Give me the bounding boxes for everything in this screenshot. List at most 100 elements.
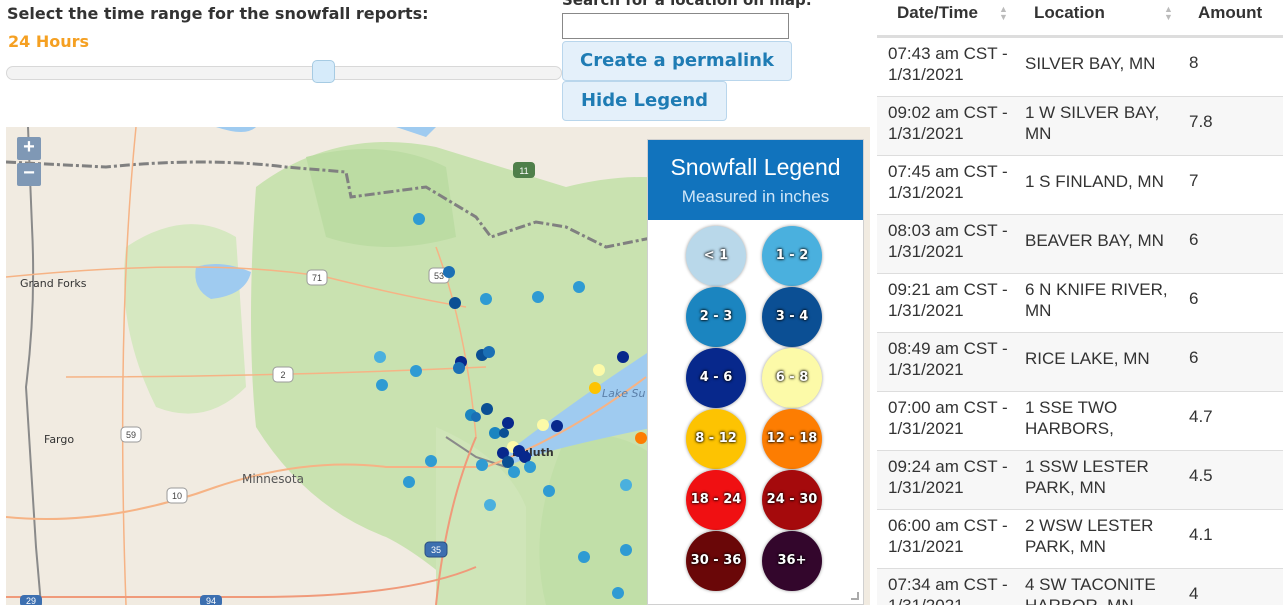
cell-amount: 4.7: [1189, 407, 1213, 426]
cell-amount: 7: [1189, 171, 1199, 190]
snowfall-marker[interactable]: [476, 459, 488, 471]
cell-date-time: 07:43 am CST - 1/31/2021: [888, 44, 1008, 84]
snowfall-marker[interactable]: [413, 213, 425, 225]
snowfall-marker[interactable]: [578, 551, 590, 563]
snowfall-marker[interactable]: [374, 351, 386, 363]
sort-icon[interactable]: ▲ ▼: [1164, 5, 1173, 22]
table-row[interactable]: 07:00 am CST - 1/31/2021 1 SSE TWO HARBOR…: [877, 391, 1283, 450]
cell-date-time: 09:21 am CST - 1/31/2021: [888, 280, 1008, 320]
time-range-value: 24 Hours: [8, 32, 90, 51]
snowfall-marker[interactable]: [524, 461, 536, 473]
column-header-location[interactable]: Location: [1034, 3, 1105, 23]
snowfall-marker[interactable]: [471, 412, 481, 422]
cell-amount: 6: [1189, 348, 1199, 367]
highway-shield-2: 2: [280, 370, 285, 380]
table-row[interactable]: 09:21 am CST - 1/31/2021 6 N KNIFE RIVER,…: [877, 273, 1283, 332]
table-row[interactable]: 06:00 am CST - 1/31/2021 2 WSW LESTER PAR…: [877, 509, 1283, 568]
snowfall-marker[interactable]: [484, 499, 496, 511]
column-header-amount[interactable]: Amount: [1198, 3, 1262, 23]
hide-legend-button[interactable]: Hide Legend: [562, 81, 727, 121]
place-label-grand-forks: Grand Forks: [20, 277, 87, 290]
snowfall-marker[interactable]: [410, 365, 422, 377]
cell-location: RICE LAKE, MN: [1025, 349, 1150, 368]
cell-amount: 6: [1189, 289, 1199, 308]
snowfall-reports-table: Date/Time ▲ ▼ Location ▲ ▼ Amount 07:43 am…: [877, 0, 1283, 605]
snowfall-marker[interactable]: [593, 364, 605, 376]
snowfall-marker[interactable]: [499, 428, 509, 438]
highway-shield-53: 53: [434, 271, 444, 281]
legend-chips: < 1 1 - 2 2 - 3 3 - 4 4 - 6 6 - 8 8 - 12…: [686, 226, 832, 591]
snowfall-marker[interactable]: [480, 293, 492, 305]
snowfall-marker[interactable]: [502, 456, 514, 468]
snowfall-marker[interactable]: [620, 479, 632, 491]
cell-location: 1 S FINLAND, MN: [1025, 172, 1164, 191]
snowfall-marker[interactable]: [537, 419, 549, 431]
highway-shield-11: 11: [519, 166, 528, 176]
snowfall-marker[interactable]: [481, 403, 493, 415]
legend-chip: 36+: [762, 531, 822, 591]
place-label-fargo: Fargo: [44, 433, 74, 446]
snowfall-marker[interactable]: [635, 432, 647, 444]
cell-location: 2 WSW LESTER PARK, MN: [1025, 516, 1154, 556]
table-row[interactable]: 08:03 am CST - 1/31/2021 BEAVER BAY, MN 6: [877, 214, 1283, 273]
place-label-minnesota: Minnesota: [242, 472, 304, 486]
legend-chip: 2 - 3: [686, 287, 746, 347]
column-header-date-time[interactable]: Date/Time: [897, 3, 978, 23]
snowfall-marker[interactable]: [403, 476, 415, 488]
highway-shield-29: 29: [26, 596, 36, 605]
legend-resize-handle[interactable]: [851, 592, 859, 600]
snowfall-marker[interactable]: [483, 346, 495, 358]
legend-chip: < 1: [686, 226, 746, 286]
snowfall-marker[interactable]: [453, 362, 465, 374]
place-label-lake-superior: Lake Su: [602, 387, 645, 400]
cell-date-time: 07:34 am CST - 1/31/2021: [888, 575, 1008, 605]
sort-icon[interactable]: ▲ ▼: [999, 5, 1008, 22]
legend-title: Snowfall Legend: [670, 154, 841, 180]
legend-chip: 30 - 36: [686, 531, 746, 591]
cell-location: 4 SW TACONITE HARBOR, MN: [1025, 575, 1156, 605]
table-row[interactable]: 07:43 am CST - 1/31/2021 SILVER BAY, MN 8: [877, 37, 1283, 96]
legend-subtitle: Measured in inches: [681, 187, 830, 206]
legend-chip: 4 - 6: [686, 348, 746, 408]
snowfall-marker[interactable]: [532, 291, 544, 303]
search-label: Search for a location on map:: [562, 0, 812, 9]
cell-location: 6 N KNIFE RIVER, MN: [1025, 280, 1168, 320]
snowfall-marker[interactable]: [443, 266, 455, 278]
snowfall-marker[interactable]: [508, 466, 520, 478]
cell-date-time: 09:24 am CST - 1/31/2021: [888, 457, 1008, 497]
cell-amount: 8: [1189, 53, 1199, 72]
snowfall-marker[interactable]: [573, 281, 585, 293]
highway-shield-59: 59: [126, 430, 136, 440]
highway-shield-35: 35: [431, 545, 441, 555]
snowfall-marker[interactable]: [543, 485, 555, 497]
create-permalink-button[interactable]: Create a permalink: [562, 41, 792, 81]
snowfall-marker[interactable]: [589, 382, 601, 394]
table-row[interactable]: 07:45 am CST - 1/31/2021 1 S FINLAND, MN 7: [877, 155, 1283, 214]
table-row[interactable]: 07:34 am CST - 1/31/2021 4 SW TACONITE HA…: [877, 568, 1283, 605]
cell-location: SILVER BAY, MN: [1025, 54, 1156, 73]
table-row[interactable]: 09:02 am CST - 1/31/2021 1 W SILVER BAY, …: [877, 96, 1283, 155]
snowfall-marker[interactable]: [376, 379, 388, 391]
cell-amount: 6: [1189, 230, 1199, 249]
snowfall-marker[interactable]: [502, 417, 514, 429]
cell-location: 1 SSW LESTER PARK, MN: [1025, 457, 1149, 497]
cell-location: 1 W SILVER BAY, MN: [1025, 103, 1160, 143]
time-range-slider[interactable]: [6, 66, 562, 80]
table-row[interactable]: 09:24 am CST - 1/31/2021 1 SSW LESTER PAR…: [877, 450, 1283, 509]
time-range-slider-handle[interactable]: [312, 60, 335, 83]
snowfall-marker[interactable]: [612, 587, 624, 599]
snowfall-marker[interactable]: [617, 351, 629, 363]
legend-chip: 3 - 4: [762, 287, 822, 347]
location-search-input[interactable]: [562, 13, 789, 39]
snowfall-marker[interactable]: [620, 544, 632, 556]
cell-amount: 4.5: [1189, 466, 1213, 485]
cell-amount: 7.8: [1189, 112, 1213, 131]
table-header: Date/Time ▲ ▼ Location ▲ ▼ Amount: [877, 0, 1283, 37]
cell-amount: 4.1: [1189, 525, 1213, 544]
table-row[interactable]: 08:49 am CST - 1/31/2021 RICE LAKE, MN 6: [877, 332, 1283, 391]
snowfall-marker[interactable]: [449, 297, 461, 309]
cell-location: BEAVER BAY, MN: [1025, 231, 1164, 250]
cell-amount: 4: [1189, 584, 1199, 603]
snowfall-marker[interactable]: [425, 455, 437, 467]
snowfall-marker[interactable]: [551, 420, 563, 432]
